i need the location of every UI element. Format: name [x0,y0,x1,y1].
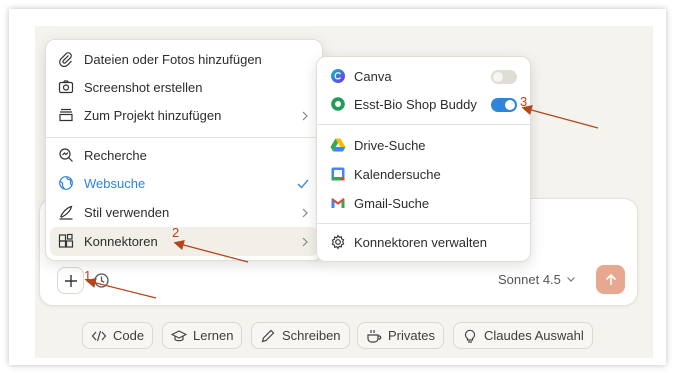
toggle-knob [493,72,503,82]
menu-item-label: Zum Projekt hinzufügen [84,108,222,123]
connectors-icon [58,233,74,248]
pen-icon [59,205,73,220]
chip-label: Claudes Auswahl [484,328,584,343]
chip-code[interactable]: Code [82,322,154,349]
gear-icon [331,234,345,250]
chip-claudes-auswahl[interactable]: Claudes Auswahl [453,322,593,349]
chevron-right-icon [302,208,308,218]
graduation-cap-icon [171,329,187,341]
menu-item-label: Konnektoren [84,234,158,249]
menu-item-label: Dateien oder Fotos hinzufügen [84,52,262,67]
menu-item-label: Konnektoren verwalten [354,235,487,250]
menu-item-label: Esst-Bio Shop Buddy [354,97,477,112]
annotation-number: 1 [84,268,92,283]
chip-label: Schreiben [282,328,341,343]
model-selector[interactable]: Sonnet 4.5 [498,272,561,287]
menu-item-label: Canva [354,69,392,84]
google-calendar-icon [331,167,345,181]
chevron-right-icon [302,111,308,121]
menu-divider [317,124,530,125]
toggle-knob [505,100,515,110]
menu-item-label: Websuche [84,176,146,191]
code-icon [91,330,107,341]
chip-lernen[interactable]: Lernen [162,322,243,349]
coffee-cup-icon [367,329,382,343]
menu-item-label: Stil verwenden [84,205,170,220]
clock-icon[interactable] [93,272,110,289]
annotation-number: 2 [172,225,180,240]
menu-divider [46,137,322,138]
project-icon [59,108,73,122]
send-button[interactable] [596,265,625,294]
canva-icon [331,69,345,83]
shop-buddy-icon [331,97,345,111]
research-icon [59,148,73,162]
chip-label: Code [113,328,145,343]
chip-privates[interactable]: Privates [357,322,444,349]
chevron-right-icon [302,237,308,247]
canva-toggle[interactable] [491,70,517,84]
connectors-submenu [316,56,531,262]
menu-item-label: Kalendersuche [354,167,441,182]
arrow-up-icon [605,273,616,285]
menu-divider [317,223,530,224]
chevron-down-icon[interactable] [566,274,576,284]
shop-buddy-toggle[interactable] [491,98,517,112]
menu-item-label: Drive-Suche [354,138,426,153]
globe-icon [59,176,73,190]
add-button[interactable] [57,267,84,294]
menu-item-label: Gmail-Suche [354,196,430,211]
menu-item-label: Recherche [84,148,147,163]
check-icon [297,179,309,189]
lightbulb-icon [464,329,476,343]
annotation-number: 3 [520,94,528,109]
chip-label: Lernen [193,328,234,343]
menu-item-label: Screenshot erstellen [84,80,203,95]
camera-icon [58,80,74,94]
google-drive-icon [330,138,346,152]
plus-icon [64,274,77,287]
paperclip-icon [59,52,72,67]
chip-schreiben[interactable]: Schreiben [251,322,350,349]
gmail-icon [331,198,345,208]
pencil-icon [261,329,275,342]
chip-label: Privates [388,328,435,343]
